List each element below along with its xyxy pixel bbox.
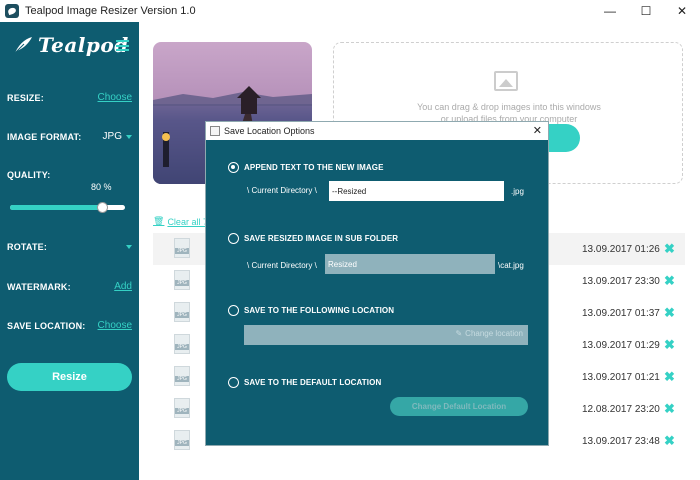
jpg-file-icon bbox=[174, 302, 190, 322]
maximize-button[interactable]: ☐ bbox=[628, 0, 664, 22]
sub-folder-extension: \cat.jpg bbox=[498, 261, 524, 270]
quality-slider-thumb[interactable] bbox=[97, 202, 108, 213]
quality-row: QUALITY: bbox=[7, 170, 132, 180]
paperclip-icon: ✎ bbox=[455, 329, 463, 338]
quality-value: 80 % bbox=[91, 182, 112, 192]
quality-label: QUALITY: bbox=[7, 170, 51, 180]
window-controls: — ☐ ✕ bbox=[592, 0, 700, 22]
clear-all-link[interactable]: 🗑 Clear all 7 i bbox=[153, 216, 212, 227]
sub-folder-input[interactable]: Resized bbox=[325, 254, 495, 274]
radio-unchecked-icon[interactable] bbox=[228, 305, 239, 316]
watermark-add-link[interactable]: Add bbox=[114, 281, 132, 292]
jpg-file-icon bbox=[174, 398, 190, 418]
current-directory-label: \ Current Directory \ bbox=[247, 186, 317, 195]
save-location-choose-link[interactable]: Choose bbox=[98, 320, 132, 331]
file-date: 13.09.2017 01:26 bbox=[582, 243, 660, 255]
jpg-file-icon bbox=[174, 270, 190, 290]
menu-icon[interactable] bbox=[116, 40, 129, 51]
option-default-location-label: SAVE TO THE DEFAULT LOCATION bbox=[244, 378, 382, 387]
feather-icon bbox=[12, 34, 34, 56]
option-append-text-label: APPEND TEXT TO THE NEW IMAGE bbox=[244, 163, 384, 172]
file-date: 13.09.2017 23:30 bbox=[582, 275, 660, 287]
dialog-title-bar: Save Location Options ✕ bbox=[206, 122, 548, 140]
file-date: 13.09.2017 01:29 bbox=[582, 339, 660, 351]
image-format-select[interactable]: JPG bbox=[103, 131, 132, 142]
image-upload-icon bbox=[494, 71, 518, 91]
window-title: Tealpod Image Resizer Version 1.0 bbox=[25, 5, 196, 17]
watermark-row: WATERMARK: Add bbox=[7, 281, 132, 292]
chevron-down-icon bbox=[126, 134, 132, 139]
app-window: Tealpod Image Resizer Version 1.0 — ☐ ✕ … bbox=[0, 0, 700, 480]
trash-icon: 🗑 bbox=[153, 216, 165, 226]
app-logo-icon bbox=[5, 4, 19, 18]
watermark-label: WATERMARK: bbox=[7, 281, 71, 292]
image-format-value: JPG bbox=[102, 131, 122, 142]
delete-file-icon[interactable]: ✖ bbox=[664, 337, 675, 353]
resize-button[interactable]: Resize bbox=[7, 363, 132, 391]
change-default-location-button[interactable]: Change Default Location bbox=[390, 397, 528, 416]
sidebar: Tealpod RESIZE: Choose IMAGE FORMAT: JPG… bbox=[0, 22, 139, 480]
option-sub-folder[interactable]: SAVE RESIZED IMAGE IN SUB FOLDER bbox=[228, 233, 398, 244]
delete-file-icon[interactable]: ✖ bbox=[664, 433, 675, 449]
save-location-dialog: Save Location Options ✕ APPEND TEXT TO T… bbox=[205, 121, 549, 446]
save-location-row: SAVE LOCATION: Choose bbox=[7, 320, 132, 331]
current-directory-label: \ Current Directory \ bbox=[247, 261, 317, 270]
rotate-label: ROTATE: bbox=[7, 242, 48, 252]
jpg-file-icon bbox=[174, 238, 190, 258]
image-format-row: IMAGE FORMAT: JPG bbox=[7, 131, 132, 142]
image-format-label: IMAGE FORMAT: bbox=[7, 131, 82, 142]
file-date: 12.08.2017 23:20 bbox=[582, 403, 660, 415]
file-date: 13.09.2017 01:21 bbox=[582, 371, 660, 383]
option-following-location[interactable]: SAVE TO THE FOLLOWING LOCATION bbox=[228, 305, 394, 316]
radio-checked-icon[interactable] bbox=[228, 162, 239, 173]
delete-file-icon[interactable]: ✖ bbox=[664, 369, 675, 385]
option-default-location[interactable]: SAVE TO THE DEFAULT LOCATION bbox=[228, 377, 381, 388]
delete-file-icon[interactable]: ✖ bbox=[664, 401, 675, 417]
resize-choose-link[interactable]: Choose bbox=[98, 92, 132, 103]
option-following-location-label: SAVE TO THE FOLLOWING LOCATION bbox=[244, 306, 395, 315]
radio-unchecked-icon[interactable] bbox=[228, 233, 239, 244]
change-location-button[interactable]: ✎ Change location bbox=[455, 329, 523, 338]
append-text-extension: .jpg bbox=[511, 187, 524, 196]
radio-unchecked-icon[interactable] bbox=[228, 377, 239, 388]
save-location-label: SAVE LOCATION: bbox=[7, 320, 86, 331]
append-text-input[interactable]: --Resized bbox=[329, 181, 504, 201]
file-date: 13.09.2017 23:48 bbox=[582, 435, 660, 447]
minimize-button[interactable]: — bbox=[592, 0, 628, 22]
option-append-text[interactable]: APPEND TEXT TO THE NEW IMAGE bbox=[228, 162, 384, 173]
quality-slider-fill bbox=[10, 205, 102, 210]
option-sub-folder-label: SAVE RESIZED IMAGE IN SUB FOLDER bbox=[244, 234, 399, 243]
close-button[interactable]: ✕ bbox=[664, 0, 700, 22]
dialog-icon bbox=[210, 126, 220, 136]
rotate-dropdown-icon[interactable] bbox=[126, 245, 132, 249]
jpg-file-icon bbox=[174, 334, 190, 354]
jpg-file-icon bbox=[174, 430, 190, 450]
dialog-title: Save Location Options bbox=[224, 126, 315, 136]
file-date: 13.09.2017 01:37 bbox=[582, 307, 660, 319]
delete-file-icon[interactable]: ✖ bbox=[664, 273, 675, 289]
quality-slider[interactable] bbox=[10, 202, 125, 213]
resize-row: RESIZE: Choose bbox=[7, 92, 132, 103]
delete-file-icon[interactable]: ✖ bbox=[664, 241, 675, 257]
jpg-file-icon bbox=[174, 366, 190, 386]
title-bar: Tealpod Image Resizer Version 1.0 — ☐ ✕ bbox=[0, 0, 700, 22]
dialog-close-button[interactable]: ✕ bbox=[533, 124, 542, 137]
resize-label: RESIZE: bbox=[7, 92, 44, 103]
change-location-label: Change location bbox=[465, 329, 523, 338]
upload-button[interactable] bbox=[544, 124, 580, 152]
rotate-row: ROTATE: bbox=[7, 242, 132, 252]
drop-text-line-1: You can drag & drop images into this win… bbox=[417, 102, 601, 112]
delete-file-icon[interactable]: ✖ bbox=[664, 305, 675, 321]
location-path-input[interactable]: ✎ Change location bbox=[244, 325, 528, 345]
